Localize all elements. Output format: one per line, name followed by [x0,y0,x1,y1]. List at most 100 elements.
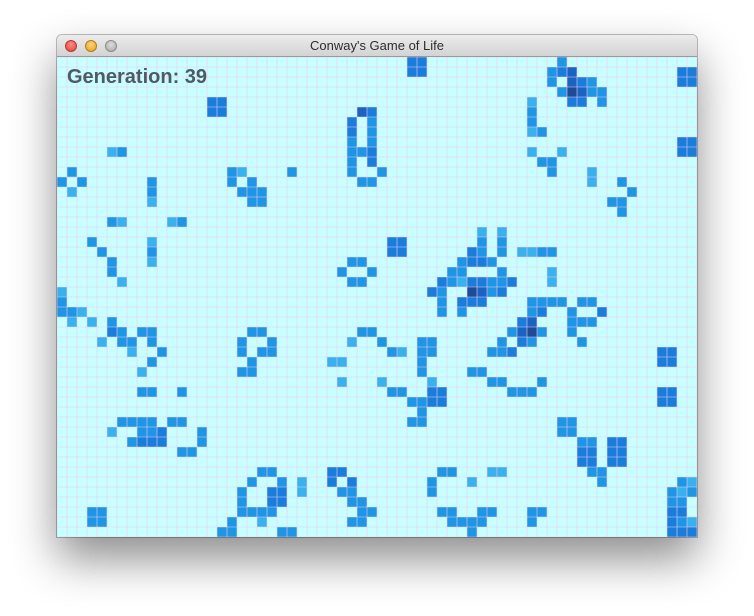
alive-cell [557,67,567,77]
alive-cell [347,137,357,147]
alive-cell [107,317,117,327]
alive-cell [407,57,417,67]
alive-cell [287,527,297,537]
alive-cell [147,327,157,337]
alive-cell [367,147,377,157]
alive-cell [367,177,377,187]
alive-cell [367,107,377,117]
alive-cell [557,87,567,97]
alive-cell [527,337,537,347]
alive-cell [537,307,547,317]
game-board[interactable] [57,57,697,537]
alive-cell [217,97,227,107]
alive-cell [497,377,507,387]
alive-cell [117,147,127,157]
cell-grid[interactable] [57,57,697,537]
alive-cell [587,77,597,87]
alive-cell [357,497,367,507]
alive-cell [667,527,677,537]
alive-cell [587,167,597,177]
alive-cell [357,517,367,527]
alive-cell [677,507,687,517]
alive-cell [687,527,697,537]
alive-cell [487,377,497,387]
alive-cell [497,267,507,277]
alive-cell [617,177,627,187]
alive-cell [367,157,377,167]
alive-cell [347,487,357,497]
window-title: Conway's Game of Life [310,38,444,53]
alive-cell [487,347,497,357]
alive-cell [487,277,497,287]
alive-cell [397,347,407,357]
alive-cell [147,237,157,247]
alive-cell [107,147,117,157]
alive-cell [327,477,337,487]
alive-cell [527,307,537,317]
alive-cell [427,377,437,387]
alive-cell [537,507,547,517]
alive-cell [537,247,547,257]
alive-cell [187,447,197,457]
alive-cell [527,147,537,157]
alive-cell [247,507,257,517]
alive-cell [167,417,177,427]
alive-cell [587,317,597,327]
alive-cell [147,247,157,257]
alive-cell [177,387,187,397]
alive-cell [387,237,397,247]
alive-cell [347,117,357,127]
alive-cell [547,67,557,77]
alive-cell [447,467,457,477]
alive-cell [587,437,597,447]
alive-cell [667,487,677,497]
alive-cell [137,437,147,447]
alive-cell [507,327,517,337]
alive-cell [617,207,627,217]
alive-cell [567,417,577,427]
alive-cell [407,417,417,427]
alive-cell [377,167,387,177]
alive-cell [567,327,577,337]
alive-cell [447,517,457,527]
alive-cell [687,477,697,487]
alive-cell [107,217,117,227]
alive-cell [157,437,167,447]
alive-cell [377,337,387,347]
alive-cell [467,527,477,537]
alive-cell [147,337,157,347]
alive-cell [97,517,107,527]
alive-cell [517,247,527,257]
alive-cell [337,377,347,387]
alive-cell [417,417,427,427]
alive-cell [97,247,107,257]
alive-cell [277,477,287,487]
alive-cell [407,67,417,77]
alive-cell [297,477,307,487]
alive-cell [237,487,247,497]
alive-cell [267,507,277,517]
alive-cell [497,277,507,287]
alive-cell [237,187,247,197]
alive-cell [557,147,567,157]
alive-cell [567,67,577,77]
alive-cell [527,507,537,517]
alive-cell [137,367,147,377]
alive-cell [517,317,527,327]
alive-cell [677,67,687,77]
alive-cell [367,327,377,337]
alive-cell [397,387,407,397]
alive-cell [517,337,527,347]
alive-cell [587,447,597,457]
alive-cell [577,317,587,327]
alive-cell [417,367,427,377]
alive-cell [267,467,277,477]
alive-cell [537,157,547,167]
alive-cell [517,327,527,337]
title-bar[interactable]: Conway's Game of Life [57,35,697,57]
alive-cell [437,397,447,407]
alive-cell [247,367,257,377]
alive-cell [57,297,67,307]
alive-cell [157,427,167,437]
alive-cell [437,287,447,297]
